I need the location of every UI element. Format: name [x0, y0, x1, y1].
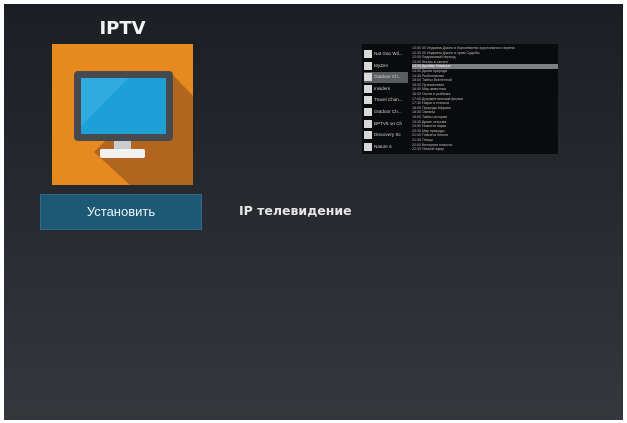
epg-preview-screenshot: Nat Geo Wil... MyZen Outdoor Ch... Insiders… [362, 44, 558, 154]
channel-logo-icon [364, 84, 372, 93]
channel-logo-icon [364, 131, 372, 140]
channel-logo-icon [364, 50, 372, 58]
channel-logo-icon [364, 73, 372, 82]
preview-channel-name: Insiders [374, 85, 391, 91]
tv-screen: IPTV Установить IP телевидение Nat Geo W… [4, 4, 623, 420]
preview-channel-item: Nat Geo Wil... [364, 49, 408, 60]
preview-channel-item: BPTV5 on Ch [364, 119, 408, 130]
preview-channel-item: Nature 5 [364, 142, 408, 153]
preview-channel-item: Discovery Sc [364, 130, 408, 141]
preview-channel-item: Insiders [364, 84, 408, 95]
app-title: IPTV [99, 18, 146, 39]
preview-channel-item: Outdoor Ch... [364, 72, 408, 84]
tv-monitor-icon [52, 44, 193, 185]
preview-channel-name: BPTV5 on Ch [374, 120, 403, 126]
channel-logo-icon [364, 119, 372, 128]
preview-channel-item: Travel Chan... [364, 95, 408, 106]
preview-channel-item: Outdoor Ch... [364, 107, 408, 118]
preview-channel-name: Nat Geo Wil... [374, 51, 403, 56]
preview-channel-name: Outdoor Ch... [374, 109, 402, 114]
preview-channel-item: MyZen [364, 61, 408, 72]
channel-logo-icon [364, 96, 372, 105]
channel-logo-icon [364, 142, 372, 151]
preview-channel-name: Travel Chan... [374, 97, 403, 103]
preview-channel-name: Outdoor Ch... [374, 74, 402, 80]
channel-logo-icon [364, 108, 372, 116]
preview-channel-name: Nature 5 [374, 143, 392, 149]
install-button[interactable]: Установить [40, 194, 202, 230]
channel-logo-icon [364, 61, 372, 70]
preview-channel-name: MyZen [374, 62, 389, 68]
preview-epg-line: 22:30 Ночной эфир [412, 147, 445, 152]
app-description: IP телевидение [239, 203, 352, 218]
preview-channel-name: Discovery Sc [374, 132, 401, 138]
